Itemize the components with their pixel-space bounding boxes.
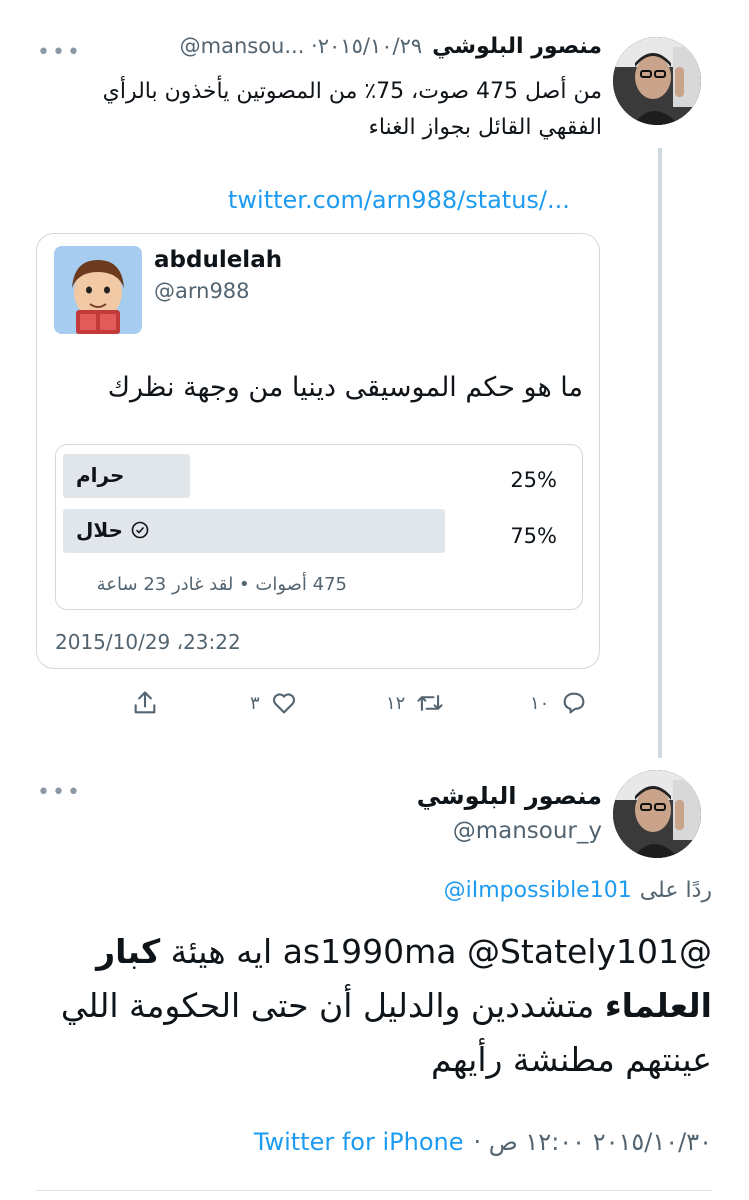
cartoon-avatar-icon	[54, 246, 142, 334]
poll-option-percent: 25%	[510, 468, 557, 492]
share-button[interactable]	[131, 689, 159, 717]
share-icon	[134, 691, 156, 714]
display-name[interactable]: منصور البلوشي	[432, 34, 602, 59]
tweet-text-line: عينتهم مطنشة رأيهم	[430, 1040, 712, 1079]
more-options-icon[interactable]: •••	[37, 40, 82, 65]
poll-footer: 475 أصوات • لقد غادر 23 ساعة	[96, 574, 347, 595]
poll-option-label: حلال	[76, 518, 123, 542]
tweet-text: من أصل 475 صوت، 75٪ من المصوتين يأخذون ب…	[42, 74, 602, 146]
tweet-text-line: الفقهي القائل بجواز الغناء	[368, 115, 602, 140]
tweet-text-line: من أصل 475 صوت، 75٪ من المصوتين يأخذون ب…	[102, 79, 602, 104]
tweet-header: منصور البلوشي @mansou... ·٢٠١٥/١٠/٢٩	[180, 34, 602, 59]
more-options-icon[interactable]: •••	[37, 780, 82, 805]
quoted-handle[interactable]: @arn988	[154, 279, 250, 303]
tweet-link[interactable]: twitter.com/arn988/status/...	[228, 186, 570, 214]
reply-context: ردًا على @iImpossible101	[444, 878, 712, 903]
tweet-text-rest: متشددين والدليل أن حتى الحكومة اللي	[60, 986, 605, 1025]
reply-count: ١٠	[530, 692, 550, 714]
tweet-text-line: العلماء متشددين والدليل أن حتى الحكومة ا…	[36, 979, 712, 1033]
like-button[interactable]: ٣	[250, 689, 298, 717]
divider	[36, 1190, 712, 1191]
poll-option-percent: 75%	[510, 524, 557, 548]
retweet-button[interactable]: ١٢	[386, 689, 445, 717]
like-count: ٣	[250, 692, 260, 714]
author-avatar[interactable]	[613, 37, 701, 125]
retweet-count: ١٢	[386, 692, 406, 714]
bold-word: كبار	[96, 932, 161, 971]
display-name[interactable]: منصور البلوشي	[417, 782, 602, 810]
handle-date[interactable]: @mansou... ·٢٠١٥/١٠/٢٩	[180, 34, 423, 58]
tweet-source[interactable]: Twitter for iPhone	[254, 1128, 464, 1156]
quoted-avatar[interactable]	[54, 246, 142, 334]
reply-icon	[563, 692, 585, 714]
quoted-timestamp[interactable]: 2015/10/29 ،23:22	[55, 630, 241, 654]
tweet-meta: ٢٠١٥/١٠/٣٠ ١٢:٠٠ ص · Twitter for iPhone	[254, 1128, 712, 1156]
profile-photo-icon	[613, 770, 701, 858]
reply-prefix: ردًا على	[639, 878, 712, 903]
author-avatar[interactable]	[613, 770, 701, 858]
reply-to-handle[interactable]: @iImpossible101	[444, 878, 632, 903]
poll-option-label: حرام	[76, 463, 125, 487]
poll-question: ما هو حكم الموسيقى دينيا من وجهة نظرك	[107, 372, 583, 403]
quoted-name[interactable]: abdulelah	[154, 247, 282, 273]
tweet-text-line: @as1990ma @Stately101 ايه هيئة كبار	[36, 925, 712, 979]
bold-word: العلماء	[604, 986, 712, 1025]
tweet-date[interactable]: ٢٠١٥/١٠/٣٠ ١٢:٠٠ ص ·	[474, 1128, 713, 1156]
profile-photo-icon	[613, 37, 701, 125]
poll-option-winner: حلال	[76, 518, 149, 542]
reply-tweet-text: @as1990ma @Stately101 ايه هيئة كبار العل…	[36, 925, 712, 1087]
retweet-icon	[417, 695, 443, 711]
thread-line	[658, 148, 662, 758]
handle[interactable]: @mansour_y	[453, 818, 602, 844]
heart-icon	[272, 693, 295, 714]
reply-button[interactable]: ١٠	[530, 689, 589, 717]
check-circle-icon	[131, 521, 149, 539]
tweet-text-start: @as1990ma @Stately101 ايه هيئة	[160, 932, 712, 971]
